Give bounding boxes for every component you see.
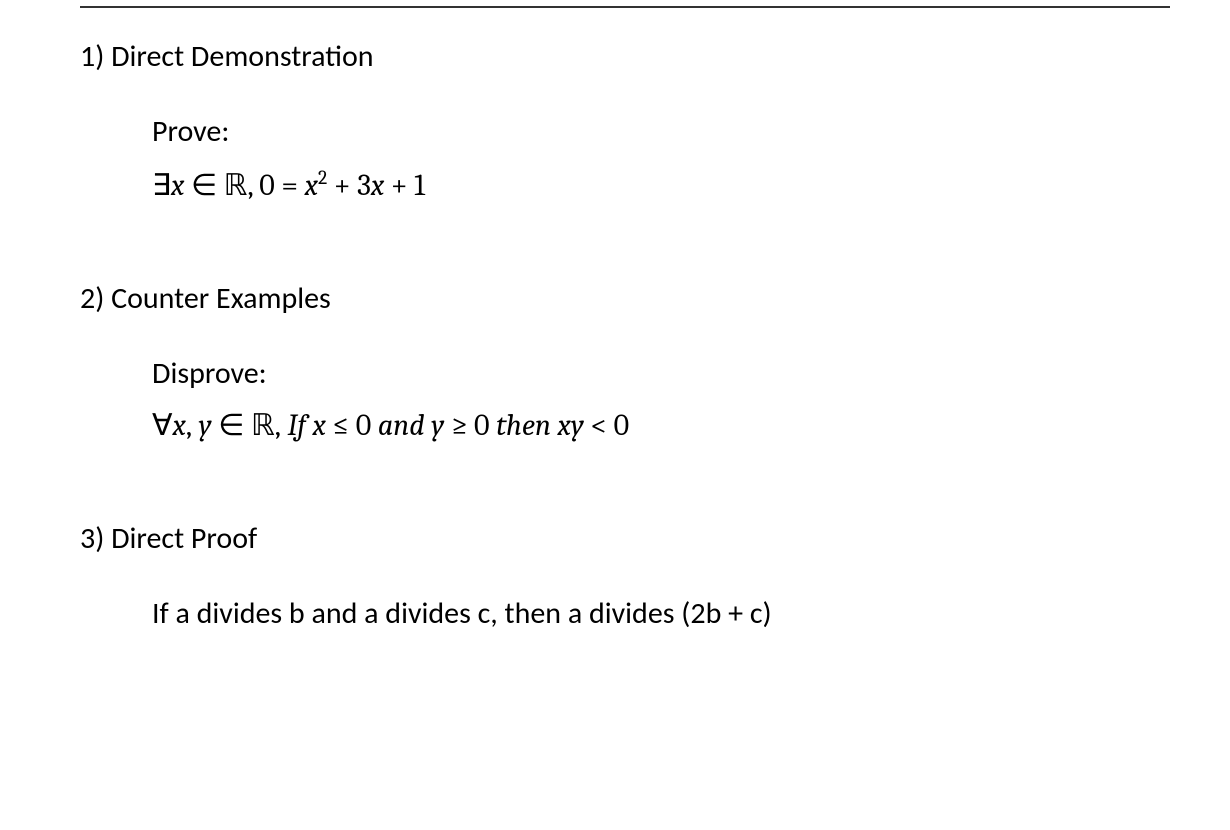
- problem-2: 2) Counter Examples Disprove: ∀x, y ∈ ℝ,…: [80, 280, 1150, 450]
- problem-1-math: ∃x ∈ ℝ, 0 = x2 + 3x + 1: [152, 162, 1150, 210]
- problem-2-title: 2) Counter Examples: [80, 280, 1150, 317]
- problem-3-statement: If a divides b and a divides c, then a d…: [152, 595, 1150, 632]
- problem-3: 3) Direct Proof If a divides b and a div…: [80, 520, 1150, 632]
- problem-1-body: Prove: ∃x ∈ ℝ, 0 = x2 + 3x + 1: [80, 113, 1150, 210]
- document-content: 1) Direct Demonstration Prove: ∃x ∈ ℝ, 0…: [0, 8, 1230, 632]
- problem-2-instruction: Disprove:: [152, 355, 1150, 392]
- problem-1-instruction: Prove:: [152, 113, 1150, 150]
- problem-3-body: If a divides b and a divides c, then a d…: [80, 595, 1150, 632]
- problem-2-math: ∀x, y ∈ ℝ, If x ≤ 0 and y ≥ 0 then xy < …: [152, 402, 1150, 450]
- problem-3-title: 3) Direct Proof: [80, 520, 1150, 557]
- problem-2-body: Disprove: ∀x, y ∈ ℝ, If x ≤ 0 and y ≥ 0 …: [80, 355, 1150, 450]
- problem-1-title: 1) Direct Demonstration: [80, 38, 1150, 75]
- problem-1: 1) Direct Demonstration Prove: ∃x ∈ ℝ, 0…: [80, 38, 1150, 210]
